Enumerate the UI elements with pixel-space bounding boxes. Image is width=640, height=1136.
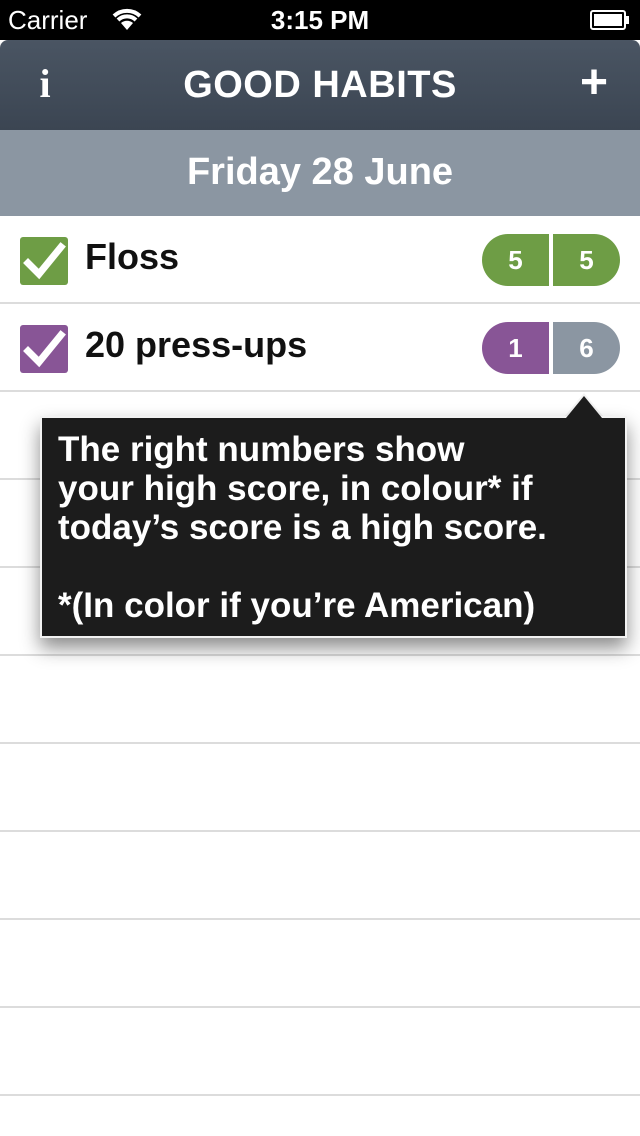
nav-bar: i GOOD HABITS + (0, 40, 640, 130)
today-score: 5 (482, 234, 549, 286)
tooltip-line: *(In color if you’re American) (58, 586, 536, 625)
tooltip-spacer (58, 547, 609, 586)
add-habit-button[interactable]: + (574, 58, 614, 108)
empty-row[interactable] (0, 744, 640, 832)
habit-row-press-ups[interactable]: 20 press-ups 1 6 (0, 304, 640, 392)
empty-row[interactable] (0, 920, 640, 1008)
empty-row[interactable] (0, 832, 640, 920)
tooltip-arrow (566, 396, 602, 418)
score-pills: 5 5 (482, 234, 620, 286)
status-bar: Carrier 3:15 PM (0, 0, 640, 40)
habit-row-floss[interactable]: Floss 5 5 (0, 216, 640, 304)
app-title: GOOD HABITS (183, 64, 457, 106)
empty-row[interactable] (0, 1008, 640, 1096)
habit-name: 20 press-ups (85, 324, 308, 365)
tooltip-line: your high score, in colour* if (58, 469, 533, 508)
habit-name: Floss (85, 236, 180, 277)
high-score: 5 (553, 234, 620, 286)
score-pills: 1 6 (482, 322, 620, 374)
empty-row[interactable] (0, 656, 640, 744)
battery-icon (590, 10, 629, 30)
empty-row[interactable] (0, 1096, 640, 1136)
help-tooltip[interactable]: The right numbers show your high score, … (40, 416, 627, 638)
habit-checkbox[interactable] (20, 325, 68, 373)
high-score: 6 (553, 322, 620, 374)
today-score: 1 (482, 322, 549, 374)
tooltip-line: today’s score is a high score. (58, 508, 547, 547)
habit-checkbox[interactable] (20, 237, 68, 285)
date-header: Friday 28 June (0, 130, 640, 216)
checkmark-icon (23, 242, 66, 280)
habit-list: Floss 5 5 20 press-ups 1 6 (0, 216, 640, 1136)
checkmark-icon (23, 330, 66, 368)
tooltip-line: The right numbers show (58, 430, 465, 469)
status-time: 3:15 PM (270, 5, 370, 35)
